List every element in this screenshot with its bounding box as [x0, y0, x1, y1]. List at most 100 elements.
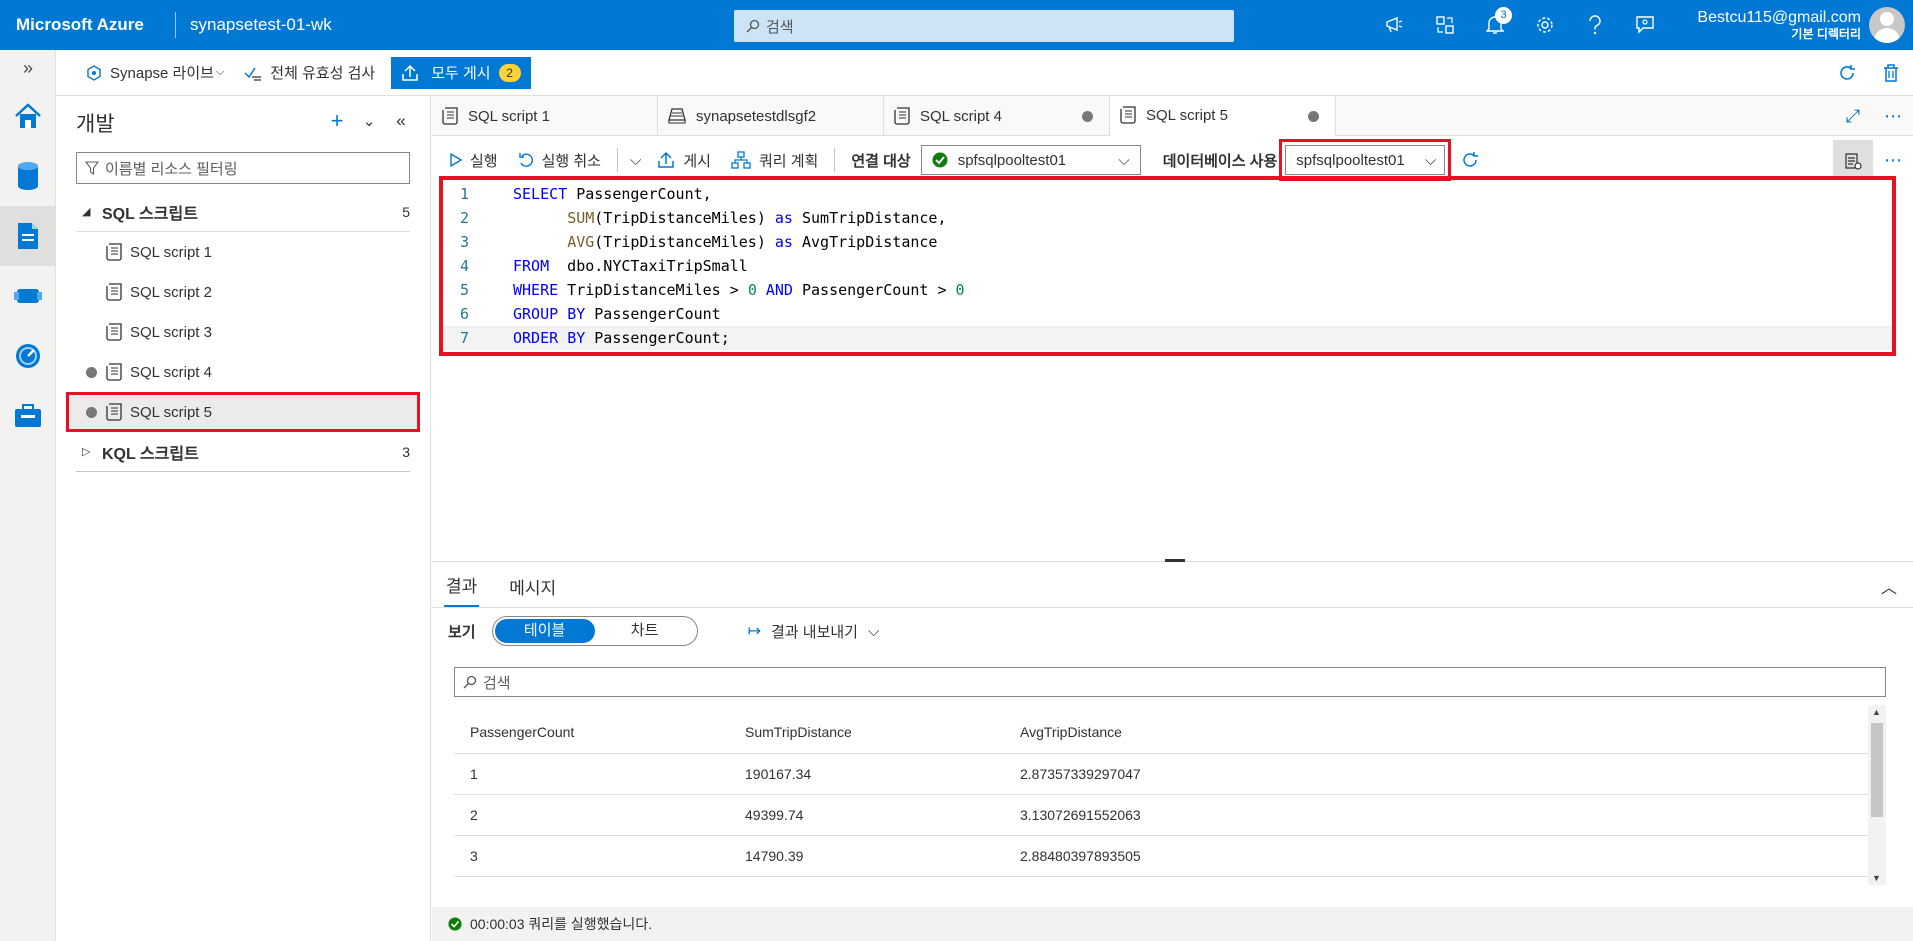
tree-item-sql-script-1[interactable]: SQL script 1 [56, 232, 430, 272]
code-line: 7 ORDER BY PassengerCount; [441, 326, 1894, 350]
play-icon [450, 153, 462, 167]
sql-script-icon [106, 243, 122, 261]
scroll-up-icon[interactable]: ▲ [1872, 707, 1881, 717]
connect-to-dropdown[interactable]: spfsqlpooltest01 ⌵ [920, 145, 1141, 175]
collapse-all-icon[interactable]: ⌄ [358, 110, 380, 132]
resource-filter-input[interactable]: 이름별 리소스 필터링 [76, 152, 410, 184]
synapse-live-dropdown[interactable]: Synapse 라이브 ⌵ [76, 57, 234, 89]
sql-scripts-section[interactable]: ◢ SQL 스크립트 5 [76, 192, 410, 232]
add-new-resource-icon[interactable]: + [326, 108, 348, 133]
run-button[interactable]: 실행 [440, 144, 508, 176]
properties-icon[interactable] [1833, 140, 1873, 180]
manage-icon[interactable] [0, 386, 56, 446]
sql-script-icon [1120, 106, 1136, 124]
discard-all-icon[interactable] [1869, 50, 1913, 96]
code-line: 5 WHERE TripDistanceMiles > 0 AND Passen… [441, 278, 1894, 302]
tree-item-label: SQL script 3 [130, 323, 212, 341]
explorer-title: 개발 [76, 113, 115, 136]
table-row[interactable]: 3 14790.39 2.88480397893505 [454, 836, 1868, 877]
home-icon[interactable] [0, 86, 56, 146]
develop-explorer: 개발 + ⌄ « 이름별 리소스 필터링 ◢ SQL 스크립트 5 SQL sc… [56, 96, 431, 941]
tree-item-sql-script-4[interactable]: SQL script 4 [56, 352, 430, 392]
column-header[interactable]: SumTripDistance [729, 724, 1004, 740]
develop-icon[interactable] [0, 206, 56, 266]
scroll-down-icon[interactable]: ▼ [1872, 873, 1881, 883]
refresh-database-icon[interactable] [1451, 144, 1497, 176]
undo-dropdown-chevron-icon[interactable]: ⌵ [624, 144, 647, 176]
data-icon[interactable] [0, 146, 56, 206]
code-line: 4 FROM dbo.NYCTaxiTripSmall [441, 254, 1894, 278]
more-options-icon[interactable]: ⋯ [1873, 106, 1913, 127]
refresh-icon[interactable] [1825, 50, 1869, 96]
code-line: 6 GROUP BY PassengerCount [441, 302, 1894, 326]
account-directory: 기본 디렉터리 [1791, 27, 1861, 41]
use-database-dropdown[interactable]: spfsqlpooltest01 ⌵ [1279, 139, 1452, 181]
feedback-icon[interactable] [1620, 0, 1670, 50]
integrate-icon[interactable] [0, 266, 56, 326]
expand-nav-icon[interactable]: » [0, 50, 56, 86]
publish-all-button[interactable]: 모두 게시 2 [391, 56, 531, 89]
directory-switch-icon[interactable] [1420, 0, 1470, 50]
chevron-down-icon: ⌵ [867, 622, 880, 640]
validate-all-button[interactable]: 전체 유효성 검사 [234, 57, 385, 89]
synapse-live-label: Synapse 라이브 [110, 65, 214, 82]
collapse-results-icon[interactable]: ︿ [1881, 574, 1897, 598]
scrollbar-thumb[interactable] [1871, 723, 1883, 817]
tab-messages[interactable]: 메시지 [507, 574, 558, 607]
connect-to-label: 연결 대상 [851, 152, 911, 170]
tab-sql-script-5[interactable]: SQL script 5 [1110, 96, 1336, 136]
announcement-icon[interactable] [1370, 0, 1420, 50]
sql-code-editor[interactable]: 1 SELECT PassengerCount, 2 SUM(TripDista… [439, 176, 1896, 356]
export-results-button[interactable]: ↦ 결과 내보내기 ⌵ [748, 621, 880, 642]
tree-item-sql-script-2[interactable]: SQL script 2 [56, 272, 430, 312]
maximize-icon[interactable]: ⤢ [1833, 106, 1873, 127]
splitter-handle[interactable] [1165, 559, 1185, 562]
undo-button[interactable]: 실행 취소 [508, 144, 611, 176]
tab-sql-script-4[interactable]: SQL script 4 [884, 96, 1110, 136]
azure-top-bar: Microsoft Azure synapsetest-01-wk 검색 3 B… [0, 0, 1913, 50]
export-results-label: 결과 내보내기 [771, 623, 858, 641]
more-options-icon[interactable]: ⋯ [1873, 150, 1913, 171]
column-header[interactable]: AvgTripDistance [1004, 724, 1304, 740]
tab-synapsetestdlsgf2[interactable]: synapsetestdlsgf2 [658, 96, 884, 136]
notifications-icon[interactable]: 3 [1470, 0, 1520, 50]
view-label: 보기 [448, 623, 476, 641]
azure-brand[interactable]: Microsoft Azure [0, 15, 175, 35]
results-search-input[interactable]: 검색 [454, 667, 1886, 697]
avatar[interactable] [1869, 7, 1905, 43]
help-icon[interactable] [1570, 0, 1620, 50]
line-number: 6 [459, 305, 469, 323]
connect-to-value: spfsqlpooltest01 [957, 151, 1067, 169]
table-cell: 14790.39 [745, 848, 804, 864]
global-search-input[interactable]: 검색 [734, 10, 1234, 42]
tab-results[interactable]: 결과 [444, 572, 480, 607]
kql-scripts-section[interactable]: ▷ KQL 스크립트 3 [76, 432, 410, 472]
publish-button[interactable]: 게시 [647, 144, 721, 176]
export-arrow-icon: ↦ [747, 623, 762, 640]
tree-item-sql-script-5[interactable]: SQL script 5 [66, 392, 420, 432]
tree-item-label: SQL script 1 [130, 243, 212, 261]
kql-section-count: 3 [402, 443, 410, 460]
results-scrollbar[interactable]: ▲ ▼ [1868, 705, 1886, 885]
tree-item-sql-script-3[interactable]: SQL script 3 [56, 312, 430, 352]
code-line: 2 SUM(TripDistanceMiles) as SumTripDista… [441, 206, 1894, 230]
sql-script-icon [106, 283, 122, 301]
tab-sql-script-1[interactable]: SQL script 1 [432, 96, 658, 136]
success-check-icon [448, 917, 462, 931]
view-chart-option[interactable]: 차트 [595, 619, 695, 643]
publish-count-badge: 2 [498, 63, 521, 82]
table-cell: 1 [470, 766, 478, 782]
workspace-name[interactable]: synapsetest-01-wk [176, 15, 736, 35]
sql-script-icon [106, 323, 122, 341]
table-row[interactable]: 1 190167.34 2.87357339297047 [454, 754, 1868, 795]
settings-gear-icon[interactable] [1520, 0, 1570, 50]
account-info[interactable]: Bestcu115@gmail.com 기본 디렉터리 [1697, 9, 1861, 42]
view-toggle[interactable]: 테이블 차트 [491, 616, 698, 646]
hide-panel-icon[interactable]: « [390, 110, 412, 132]
column-header[interactable]: PassengerCount [454, 724, 729, 740]
monitor-icon[interactable] [0, 326, 56, 386]
query-status-bar: 00:00:03 쿼리를 실행했습니다. [432, 907, 1913, 941]
query-plan-button[interactable]: 쿼리 계획 [721, 144, 828, 176]
table-row[interactable]: 2 49399.74 3.13072691552063 [454, 795, 1868, 836]
view-table-option[interactable]: 테이블 [494, 619, 595, 643]
